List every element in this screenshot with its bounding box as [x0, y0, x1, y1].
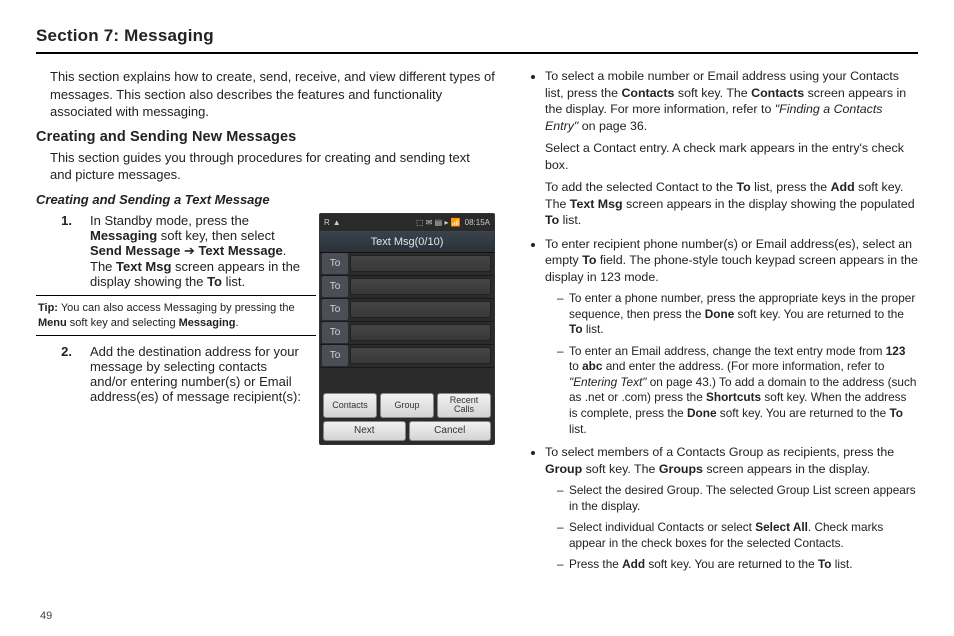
right-column: To select a mobile number or Email addre…	[527, 68, 918, 580]
to-row[interactable]: To	[320, 253, 494, 276]
to-field[interactable]	[350, 255, 491, 272]
step-number: 1.	[50, 213, 72, 289]
to-field[interactable]	[350, 301, 491, 318]
phone-status-bar: R▲ ⬚ ✉ ▤ ▸ 📶 08:15A	[320, 214, 494, 231]
left-column: This section explains how to create, sen…	[36, 68, 495, 580]
phone-tab-recent-calls[interactable]: Recent Calls	[437, 393, 491, 418]
to-label: To	[322, 276, 348, 297]
step-number: 2.	[50, 344, 72, 404]
dash-item: To enter a phone number, press the appro…	[557, 291, 918, 338]
tip-label: Tip:	[38, 302, 58, 314]
step-2: 2. Add the destination address for your …	[36, 344, 311, 404]
phone-softkey-next[interactable]: Next	[323, 421, 406, 441]
phone-status-icons: ⬚ ✉ ▤ ▸ 📶	[416, 218, 461, 227]
intro-paragraph: This section explains how to create, sen…	[36, 68, 495, 121]
bullet-group: To select members of a Contacts Group as…	[545, 444, 918, 573]
phone-tab-contacts[interactable]: Contacts	[323, 393, 377, 418]
bullet-enter-recipients: To enter recipient phone number(s) or Em…	[545, 236, 918, 438]
phone-tab-group[interactable]: Group	[380, 393, 434, 418]
phone-softkey-cancel[interactable]: Cancel	[409, 421, 492, 441]
to-label: To	[322, 253, 348, 274]
step-text: In Standby mode, press the Messaging sof…	[90, 213, 311, 289]
to-field[interactable]	[350, 278, 491, 295]
to-field[interactable]	[350, 347, 491, 364]
sub-paragraph: Select a Contact entry. A check mark app…	[545, 140, 918, 173]
sub-paragraph: To add the selected Contact to the To li…	[545, 179, 918, 229]
to-label: To	[322, 322, 348, 343]
phone-screenshot: R▲ ⬚ ✉ ▤ ▸ 📶 08:15A Text Msg(0/10) To To…	[319, 213, 495, 445]
page-number: 49	[40, 610, 52, 622]
tip-block: Tip: You can also access Messaging by pr…	[36, 295, 316, 337]
bullet-contacts: To select a mobile number or Email addre…	[545, 68, 918, 229]
to-row[interactable]: To	[320, 345, 494, 368]
dash-item: Select the desired Group. The selected G…	[557, 483, 918, 514]
heading-creating-and-sending: Creating and Sending New Messages	[36, 129, 495, 145]
step-1: 1. In Standby mode, press the Messaging …	[36, 213, 311, 289]
to-label: To	[322, 299, 348, 320]
to-row[interactable]: To	[320, 299, 494, 322]
content-columns: This section explains how to create, sen…	[36, 68, 918, 580]
phone-title: Text Msg(0/10)	[320, 231, 494, 253]
dash-item: Select individual Contacts or select Sel…	[557, 520, 918, 551]
to-row[interactable]: To	[320, 322, 494, 345]
section-title: Section 7: Messaging	[36, 26, 918, 54]
heading-creating-text-message: Creating and Sending a Text Message	[36, 192, 495, 207]
creating-intro: This section guides you through procedur…	[36, 149, 495, 184]
to-label: To	[322, 345, 348, 366]
phone-time: 08:15A	[465, 218, 490, 227]
to-row[interactable]: To	[320, 276, 494, 299]
dash-item: To enter an Email address, change the te…	[557, 344, 918, 437]
step-text: Add the destination address for your mes…	[90, 344, 311, 404]
dash-item: Press the Add soft key. You are returned…	[557, 557, 918, 573]
to-field[interactable]	[350, 324, 491, 341]
